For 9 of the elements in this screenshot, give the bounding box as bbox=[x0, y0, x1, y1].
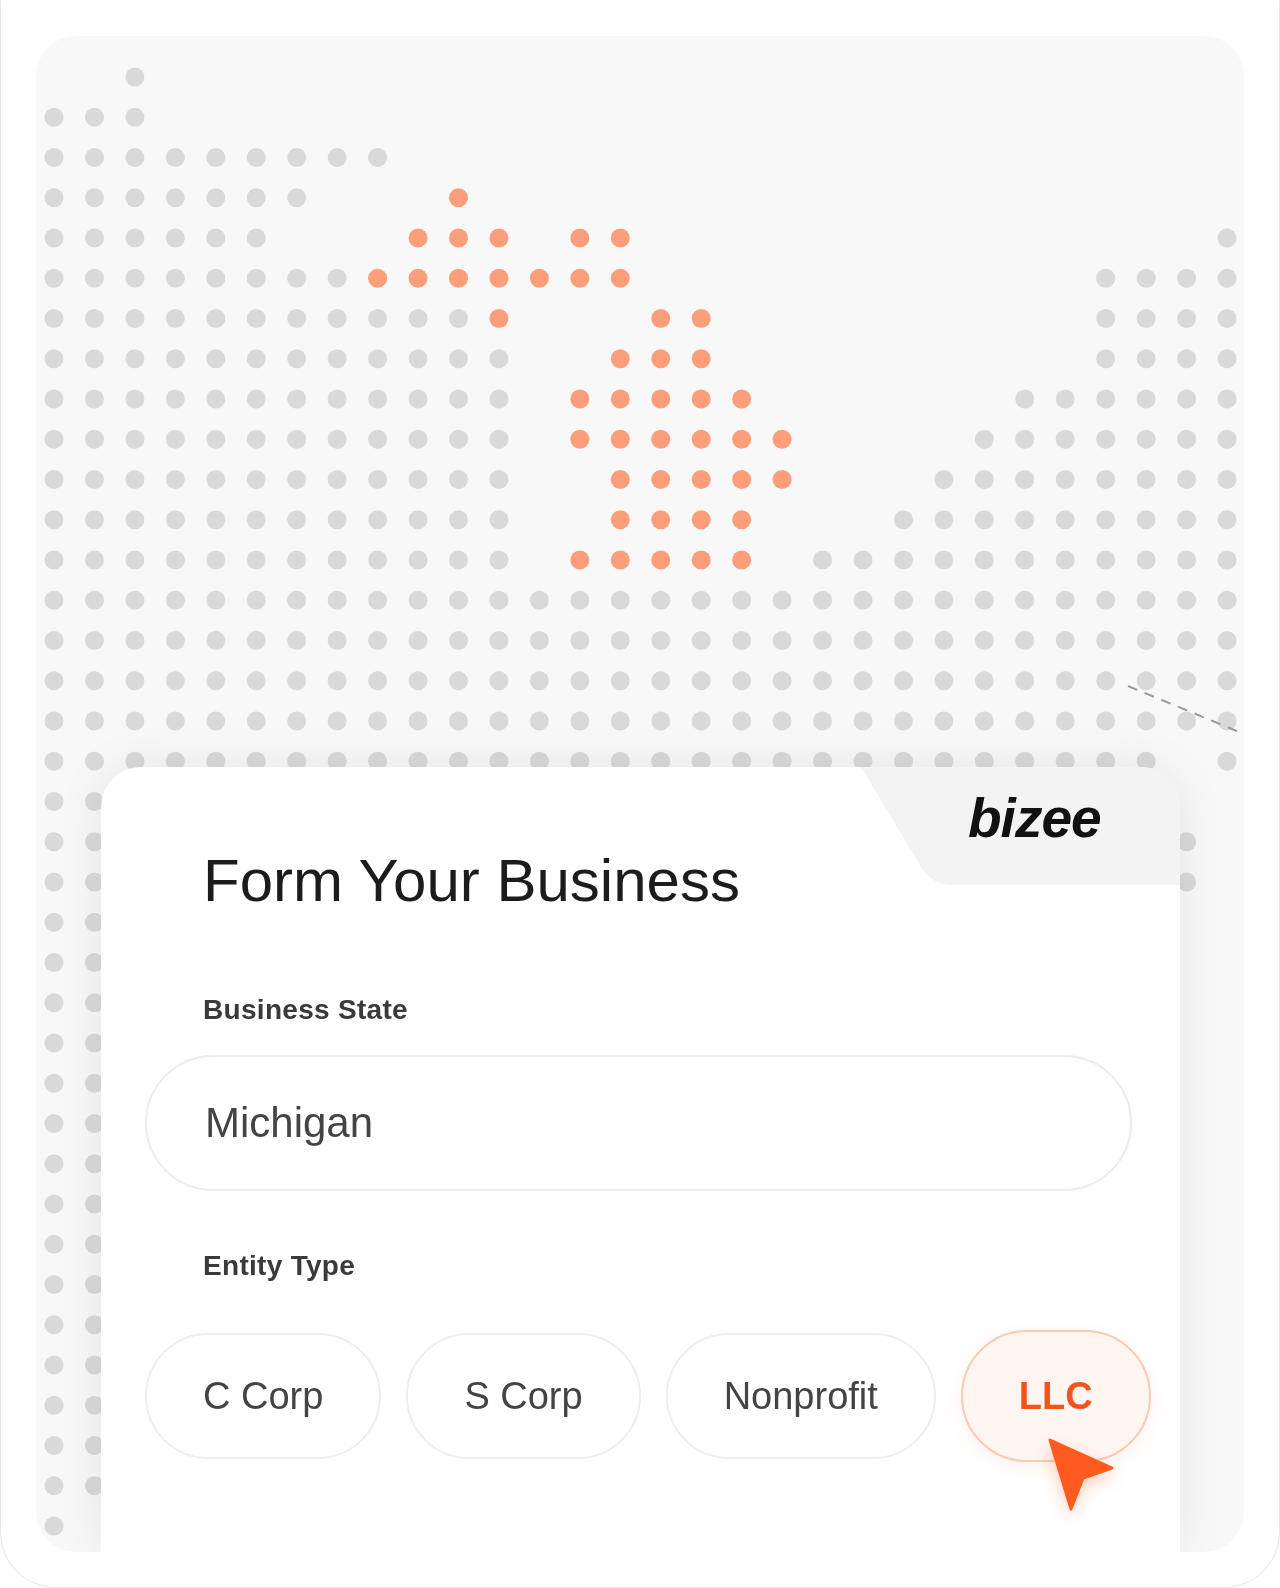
pointer-cursor-icon bbox=[1048, 1438, 1114, 1511]
entity-type-option[interactable]: C Corp bbox=[145, 1333, 382, 1459]
field-label: Entity Type bbox=[203, 1249, 356, 1283]
state-input-field[interactable]: Michigan bbox=[145, 1055, 1132, 1191]
brand-logo: bizee bbox=[968, 791, 1101, 846]
entity-type-option[interactable]: Nonprofit bbox=[665, 1333, 936, 1459]
field-label: Business State bbox=[203, 993, 408, 1027]
form-title: Form Your Business bbox=[203, 846, 740, 916]
entity-type-option[interactable]: S Corp bbox=[406, 1333, 641, 1459]
